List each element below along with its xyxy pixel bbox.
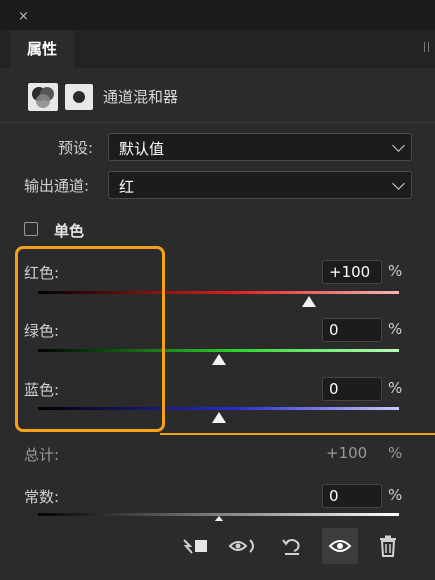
chevron-down-icon [392, 139, 405, 152]
constant-label: 常数: [24, 488, 60, 506]
blue-value: 0 [329, 380, 339, 398]
red-slider-thumb[interactable] [301, 296, 316, 307]
clip-to-layer-icon[interactable] [178, 528, 214, 564]
red-unit: % [388, 262, 403, 280]
layer-mask-icon[interactable] [65, 84, 93, 110]
channel-mixer-icon[interactable] [28, 83, 58, 111]
blue-slider-thumb[interactable] [211, 412, 226, 423]
preset-label: 预设: [58, 139, 94, 157]
output-channel-value: 红 [119, 178, 135, 196]
green-unit: % [388, 320, 403, 338]
preset-select[interactable]: 默认值 [108, 133, 412, 161]
panel-title: 通道混和器 [103, 88, 179, 106]
highlight-annotation-box [15, 246, 165, 432]
tab-properties[interactable]: 属性 [10, 30, 74, 68]
divider [0, 122, 435, 123]
monochrome-checkbox[interactable] [24, 222, 38, 236]
green-value: 0 [329, 321, 339, 339]
monochrome-label: 单色 [54, 222, 85, 240]
total-value: +100 [326, 444, 368, 462]
output-channel-label: 输出通道: [24, 177, 90, 195]
panel-header-bar: × [0, 0, 435, 30]
constant-unit: % [388, 486, 403, 504]
mask-hole [73, 91, 85, 103]
constant-value: 0 [329, 487, 339, 505]
green-slider-thumb[interactable] [211, 354, 226, 365]
red-value: +100 [329, 263, 371, 281]
toggle-visibility-icon[interactable] [322, 528, 358, 564]
reset-icon[interactable] [274, 528, 310, 564]
properties-panel: × 属性 通道混和器 预设: 默认值 输出通道: 红 单色 红色: +100 %… [0, 0, 435, 580]
view-previous-state-icon[interactable] [226, 528, 262, 564]
preset-value: 默认值 [119, 140, 165, 158]
close-icon[interactable]: × [18, 10, 29, 24]
red-value-input[interactable]: +100 [322, 260, 382, 284]
total-label: 总计: [24, 446, 60, 464]
delete-icon[interactable] [370, 528, 406, 564]
blue-unit: % [388, 379, 403, 397]
chevron-down-icon [392, 177, 405, 190]
output-channel-select[interactable]: 红 [108, 171, 412, 199]
highlight-annotation-line [160, 433, 435, 435]
green-value-input[interactable]: 0 [322, 318, 382, 342]
constant-value-input[interactable]: 0 [322, 484, 382, 508]
total-unit: % [388, 444, 403, 462]
blue-value-input[interactable]: 0 [322, 377, 382, 401]
panel-menu-icon[interactable] [424, 42, 429, 52]
